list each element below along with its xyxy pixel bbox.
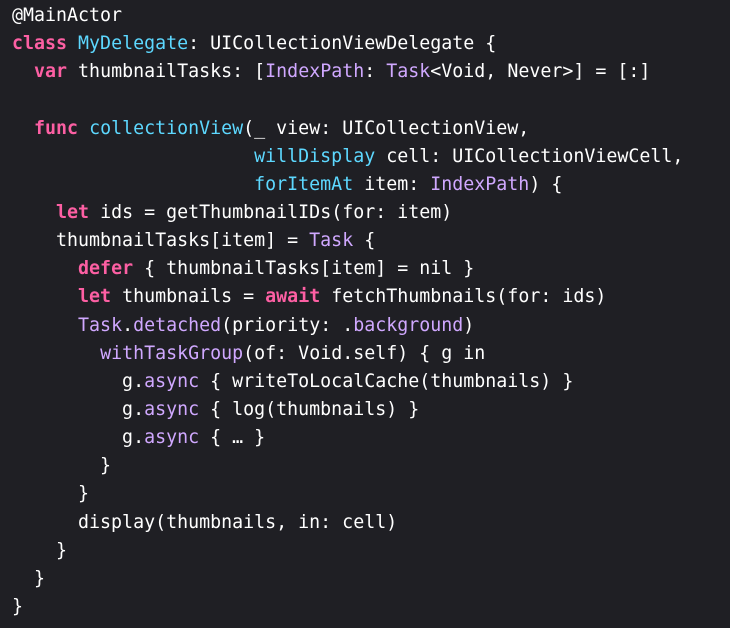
code-line: } — [12, 565, 730, 593]
code-line: var thumbnailTasks: [IndexPath: Task<Voi… — [12, 58, 730, 86]
code-token: cell: UICollectionViewCell, — [375, 145, 684, 167]
code-line: g.async { writeToLocalCache(thumbnails) … — [12, 368, 730, 396]
code-token: { log(thumbnails) } — [199, 398, 420, 420]
code-line: g.async { log(thumbnails) } — [12, 396, 730, 424]
type-token: async — [144, 398, 200, 420]
type-token: IndexPath — [430, 173, 530, 195]
keyword-token: func — [34, 117, 79, 139]
code-line: } — [12, 537, 730, 565]
code-token: (priority: . — [221, 314, 354, 336]
code-line: g.async { … } — [12, 424, 730, 452]
code-line: } — [12, 480, 730, 508]
code-token: thumbnailTasks[item] = — [12, 230, 310, 252]
code-token: fetchThumbnails(for: ids) — [320, 286, 607, 308]
code-line: @MainActor — [12, 2, 730, 30]
type-token: Task — [309, 230, 354, 252]
declaration-token: MyDelegate — [78, 33, 189, 55]
code-token: . — [122, 314, 134, 336]
code-line: let thumbnails = await fetchThumbnails(f… — [12, 283, 730, 311]
code-token: } — [12, 595, 24, 617]
type-token: background — [353, 314, 464, 336]
keyword-token: var — [34, 61, 68, 83]
code-token: { — [353, 230, 376, 252]
type-token: Task — [78, 314, 123, 336]
code-token: { … } — [199, 427, 266, 449]
code-line: } — [12, 452, 730, 480]
code-token: <Void, Never>] = [:] — [430, 61, 651, 83]
code-token: } — [12, 567, 46, 589]
code-token: (_ view: UICollectionView, — [243, 117, 530, 139]
code-token: g. — [12, 398, 145, 420]
code-token: : — [364, 61, 387, 83]
code-line: defer { thumbnailTasks[item] = nil } — [12, 255, 730, 283]
type-token: detached — [133, 314, 222, 336]
code-token: } — [12, 483, 90, 505]
declaration-token: forItemAt — [254, 173, 354, 195]
code-line: forItemAt item: IndexPath) { — [12, 171, 730, 199]
code-line: display(thumbnails, in: cell) — [12, 509, 730, 537]
keyword-token: let — [56, 201, 90, 223]
type-token: async — [144, 427, 200, 449]
code-line: } — [12, 593, 730, 621]
code-token: item: — [353, 173, 431, 195]
code-token: } — [12, 539, 68, 561]
keyword-token: let — [78, 286, 112, 308]
code-token: thumbnails = — [111, 286, 266, 308]
code-editor: @MainActor class MyDelegate: UICollection… — [0, 0, 730, 628]
declaration-token: willDisplay — [254, 145, 376, 167]
code-token: display(thumbnails, in: cell) — [12, 511, 398, 533]
code-line: class MyDelegate: UICollectionViewDelega… — [12, 30, 730, 58]
code-token: } — [12, 455, 112, 477]
code-line: withTaskGroup(of: Void.self) { g in — [12, 340, 730, 368]
declaration-token: collectionView — [89, 117, 244, 139]
code-token: { thumbnailTasks[item] = nil } — [133, 258, 475, 280]
code-token: : UICollectionViewDelegate { — [188, 33, 497, 55]
keyword-token: await — [265, 286, 321, 308]
code-token: ) { — [529, 173, 563, 195]
code-line: Task.detached(priority: .background) — [12, 312, 730, 340]
code-line: func collectionView(_ view: UICollection… — [12, 115, 730, 143]
code-line: thumbnailTasks[item] = Task { — [12, 227, 730, 255]
code-token: ids = getThumbnailIDs(for: item) — [89, 201, 453, 223]
code-line: willDisplay cell: UICollectionViewCell, — [12, 143, 730, 171]
code-token: (of: Void.self) { g in — [243, 342, 486, 364]
keyword-token: class — [12, 33, 68, 55]
type-token: IndexPath — [265, 61, 365, 83]
code-token: ) — [463, 314, 475, 336]
code-token: @MainActor — [12, 5, 123, 26]
code-line: let ids = getThumbnailIDs(for: item) — [12, 199, 730, 227]
code-token: thumbnailTasks: [ — [67, 61, 266, 83]
code-token: g. — [12, 370, 145, 392]
code-block: @MainActor class MyDelegate: UICollection… — [12, 2, 730, 621]
keyword-token: defer — [78, 258, 134, 280]
code-token: g. — [12, 427, 145, 449]
code-token: { writeToLocalCache(thumbnails) } — [199, 370, 574, 392]
type-token: withTaskGroup — [100, 342, 244, 364]
type-token: Task — [386, 61, 431, 83]
type-token: async — [144, 370, 200, 392]
